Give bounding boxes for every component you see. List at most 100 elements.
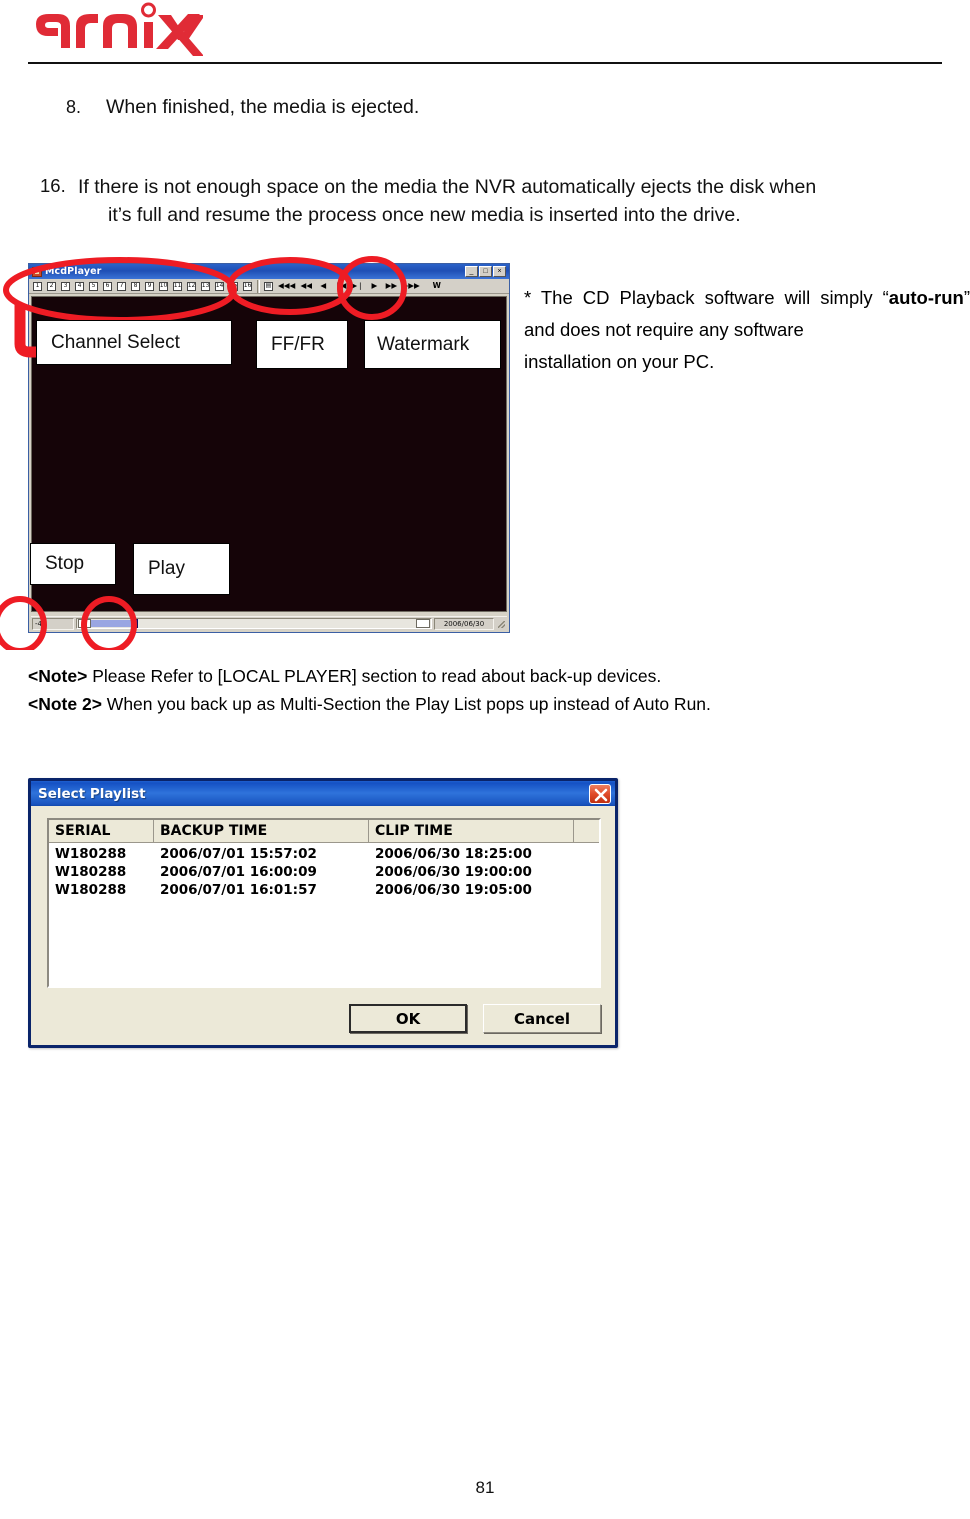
channel-2-icon: 2 <box>47 281 56 291</box>
channel-5-icon: 5 <box>89 281 98 291</box>
mcdplayer-toolbar: 1 2 3 4 5 6 7 8 9 10 11 12 13 14 15 16 ▤ ◀◀◀ ◀◀ ◀ ❘◀ ▶❘ ▶ ▶▶ ▶▶… <box>29 279 509 294</box>
note-1-text: Please Refer to [LOCAL PLAYER] section t… <box>87 666 662 686</box>
list-item-8-number: 8. <box>66 97 82 117</box>
playlist-dialog-body: SERIAL BACKUP TIME CLIP TIME W180288 2006… <box>31 806 615 1045</box>
callout-watermark-label: Watermark <box>377 333 470 355</box>
forward-fast-icon[interactable]: ▶▶ <box>383 279 399 294</box>
list-item-16: 16. If there is not enough space on the … <box>40 173 970 230</box>
channel-button-7[interactable]: 7 <box>115 279 128 293</box>
cd-playback-note-last: installation on your PC. <box>524 350 715 372</box>
step-back-icon[interactable]: ❘◀ <box>332 279 348 294</box>
close-icon[interactable] <box>589 783 611 804</box>
note-1: <Note> Please Refer to [LOCAL PLAYER] se… <box>28 662 938 690</box>
save-icon[interactable]: ▤ <box>262 279 275 293</box>
forward-fastest-icon[interactable]: ▶▶▶ <box>400 279 421 294</box>
callout-ff-fr: FF/FR <box>256 320 348 369</box>
rewind-fast-icon[interactable]: ◀◀ <box>298 279 314 294</box>
note-2-text: When you back up as Multi-Section the Pl… <box>101 694 711 715</box>
channel-button-3[interactable]: 3 <box>59 279 72 293</box>
playlist-dialog-titlebar[interactable]: Select Playlist <box>31 781 615 806</box>
save-icon: ▤ <box>264 281 273 291</box>
channel-7-icon: 7 <box>117 281 126 291</box>
maximize-icon[interactable]: □ <box>479 266 492 277</box>
column-header-blank[interactable] <box>574 820 599 842</box>
notes-block: <Note> Please Refer to [LOCAL PLAYER] se… <box>28 662 938 719</box>
channel-button-6[interactable]: 6 <box>101 279 114 293</box>
playlist-dialog-title: Select Playlist <box>38 785 146 802</box>
column-header-clip-time[interactable]: CLIP TIME <box>369 820 574 842</box>
channel-button-11[interactable]: 11 <box>171 279 184 293</box>
channel-11-icon: 11 <box>173 281 182 291</box>
rewind-fastest-icon[interactable]: ◀◀◀ <box>276 279 297 294</box>
channel-6-icon: 6 <box>103 281 112 291</box>
cell-serial: W180288 <box>55 882 127 898</box>
watermark-button[interactable]: W <box>429 279 445 294</box>
channel-3-icon: 3 <box>61 281 70 291</box>
channel-button-4[interactable]: 4 <box>73 279 86 293</box>
mcdplayer-titlebar[interactable]: McdPlayer _ □ × <box>29 264 509 279</box>
channel-button-1[interactable]: 1 <box>31 279 44 293</box>
seek-range-end-handle[interactable] <box>416 619 430 628</box>
rewind-icon[interactable]: ◀ <box>315 279 331 294</box>
cell-clip-time: 2006/06/30 19:00:00 <box>375 864 532 880</box>
close-icon[interactable]: × <box>493 266 506 277</box>
cell-backup-time: 2006/07/01 15:57:02 <box>160 846 317 862</box>
seek-slider[interactable] <box>76 618 432 629</box>
channel-button-10[interactable]: 10 <box>157 279 170 293</box>
callout-play: Play <box>133 543 230 595</box>
seek-range-start-handle[interactable] <box>78 619 91 628</box>
cd-playback-note-bold-1: auto- <box>888 287 935 308</box>
playlist-column-headers: SERIAL BACKUP TIME CLIP TIME <box>49 820 599 843</box>
note-1-label: <Note> <box>28 666 88 686</box>
channel-button-5[interactable]: 5 <box>87 279 100 293</box>
table-row[interactable]: W180288 2006/07/01 16:00:09 2006/06/30 19:… <box>49 863 599 881</box>
playlist-listview[interactable]: SERIAL BACKUP TIME CLIP TIME W180288 2006… <box>47 818 601 988</box>
cd-playback-note: * The CD Playback software will simply “… <box>524 282 970 377</box>
application-icon <box>32 266 42 277</box>
cell-backup-time: 2006/07/01 16:00:09 <box>160 864 317 880</box>
channel-8-icon: 8 <box>131 281 140 291</box>
channel-button-14[interactable]: 14 <box>213 279 226 293</box>
resize-grip-icon[interactable] <box>495 618 507 630</box>
callout-channel-select-label: Channel Select <box>51 331 180 353</box>
play-icon[interactable]: ▶ <box>366 279 382 294</box>
cell-serial: W180288 <box>55 864 127 880</box>
list-item-16-line2: it’s full and resume the process once ne… <box>108 204 741 227</box>
column-header-serial[interactable]: SERIAL <box>49 820 154 842</box>
playlist-row-container: W180288 2006/07/01 15:57:02 2006/06/30 18:… <box>49 843 599 899</box>
cancel-button[interactable]: Cancel <box>483 1004 601 1033</box>
page-header <box>0 0 970 72</box>
callout-play-label: Play <box>148 558 185 579</box>
channel-12-icon: 12 <box>187 281 196 291</box>
cell-serial: W180288 <box>55 846 127 862</box>
channel-button-13[interactable]: 13 <box>199 279 212 293</box>
window-controls: _ □ × <box>465 266 507 277</box>
minimize-icon[interactable]: _ <box>465 266 478 277</box>
channel-button-15[interactable]: 15 <box>227 279 240 293</box>
channel-1-icon: 1 <box>33 281 42 291</box>
channel-10-icon: 10 <box>159 281 168 291</box>
mcdplayer-statusbar: -4X 2006/06/30 <box>31 616 507 630</box>
table-row[interactable]: W180288 2006/07/01 15:57:02 2006/06/30 18:… <box>49 845 599 863</box>
list-item-16-number: 16. <box>40 175 66 196</box>
channel-button-12[interactable]: 12 <box>185 279 198 293</box>
channel-button-8[interactable]: 8 <box>129 279 142 293</box>
callout-watermark: Watermark <box>364 320 501 369</box>
ok-button[interactable]: OK <box>349 1004 467 1033</box>
toolbar-separator <box>257 279 260 293</box>
select-playlist-dialog: Select Playlist SERIAL BACKUP TIME CLIP … <box>28 778 618 1048</box>
channel-button-9[interactable]: 9 <box>143 279 156 293</box>
channel-button-16[interactable]: 16 <box>241 279 254 293</box>
table-row[interactable]: W180288 2006/07/01 16:01:57 2006/06/30 19:… <box>49 881 599 899</box>
note-2-label: <Note 2> <box>28 694 102 715</box>
column-header-backup-time[interactable]: BACKUP TIME <box>154 820 369 842</box>
list-item-16-line1: If there is not enough space on the medi… <box>78 176 817 198</box>
seek-position-handle[interactable] <box>133 619 138 628</box>
seek-progress-fill <box>91 620 135 627</box>
cd-playback-note-bold-2: run <box>934 287 964 308</box>
page-number: 81 <box>475 1478 495 1497</box>
step-forward-icon[interactable]: ▶❘ <box>349 279 365 294</box>
channel-button-2[interactable]: 2 <box>45 279 58 293</box>
cd-playback-note-lead: * The CD Playback software will simply “ <box>524 287 889 308</box>
channel-9-icon: 9 <box>145 281 154 291</box>
